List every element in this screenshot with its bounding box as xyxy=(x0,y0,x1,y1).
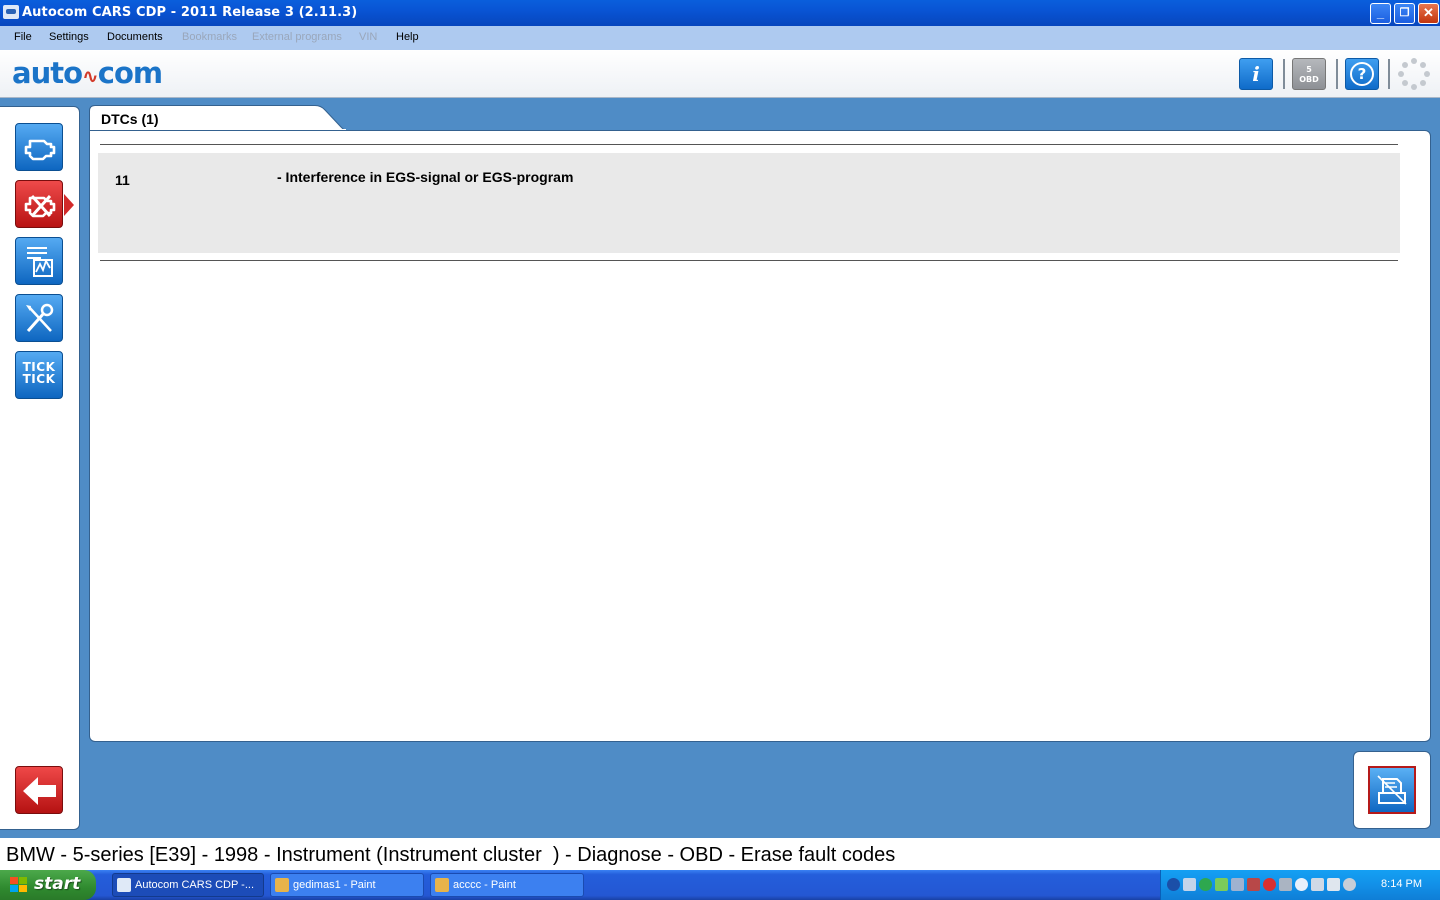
dtc-description: - Interference in EGS-signal or EGS-prog… xyxy=(277,169,574,185)
sidebar-item-engine[interactable] xyxy=(15,123,63,171)
menu-help[interactable]: Help xyxy=(396,31,419,43)
tray-antivirus-icon[interactable] xyxy=(1263,878,1276,891)
toolbar-separator xyxy=(1283,59,1285,89)
back-button[interactable] xyxy=(15,766,63,814)
app-icon xyxy=(3,5,19,19)
left-sidebar: TICK TICK xyxy=(0,106,80,830)
tick-tick-icon: TICK TICK xyxy=(22,360,56,386)
breadcrumb-bar: BMW - 5-series [E39] - 1998 - Instrument… xyxy=(0,838,1440,870)
menu-bookmarks[interactable]: Bookmarks xyxy=(182,31,237,43)
menu-documents[interactable]: Documents xyxy=(107,31,163,43)
app-header: auto∿com i 5 OBD ? xyxy=(0,50,1440,98)
start-label: start xyxy=(34,874,81,894)
taskbar-item-autocom[interactable]: Autocom CARS CDP -... xyxy=(112,873,264,897)
sidebar-item-fault-codes[interactable] xyxy=(15,180,74,228)
restore-button[interactable]: ❐ xyxy=(1394,3,1415,24)
window-title: Autocom CARS CDP - 2011 Release 3 (2.11.… xyxy=(22,5,358,20)
tab-dtcs[interactable]: DTCs (1) xyxy=(89,105,351,132)
start-button[interactable]: start xyxy=(0,870,96,900)
save-report-button[interactable] xyxy=(1368,766,1416,814)
tray-torrent-icon[interactable] xyxy=(1199,878,1212,891)
sidebar-item-tick-tick[interactable]: TICK TICK xyxy=(15,351,63,399)
help-icon: ? xyxy=(1350,62,1374,86)
taskbar: start Autocom CARS CDP -... gedimas1 - P… xyxy=(0,870,1440,900)
obd-icon-label: OBD xyxy=(1299,75,1319,84)
taskbar-item-paint-gedimas1[interactable]: gedimas1 - Paint xyxy=(270,873,424,897)
tray-bluetooth-icon[interactable] xyxy=(1295,878,1308,891)
engine-fault-icon xyxy=(24,194,56,218)
info-button[interactable]: i xyxy=(1239,58,1273,90)
paint-icon xyxy=(275,878,289,892)
windows-logo-icon xyxy=(10,877,28,893)
menu-vin[interactable]: VIN xyxy=(359,31,377,43)
save-button-frame xyxy=(1353,751,1431,829)
sidebar-item-live-data[interactable] xyxy=(15,237,63,285)
graph-icon xyxy=(27,247,53,277)
menu-bar: File Settings Documents Bookmarks Extern… xyxy=(0,26,1440,50)
tools-icon xyxy=(26,303,54,332)
app-icon xyxy=(117,878,131,892)
obd-button[interactable]: 5 OBD xyxy=(1292,58,1326,90)
title-bar: Autocom CARS CDP - 2011 Release 3 (2.11.… xyxy=(0,0,1440,26)
minimize-button[interactable]: _ xyxy=(1370,3,1391,24)
tray-signal-icon[interactable] xyxy=(1327,878,1340,891)
tray-network-icon[interactable] xyxy=(1183,878,1196,891)
help-button[interactable]: ? xyxy=(1345,58,1379,90)
menu-external-programs[interactable]: External programs xyxy=(252,31,342,43)
obd-icon-number: 5 xyxy=(1306,65,1312,74)
tab-label: DTCs (1) xyxy=(101,111,159,127)
dtc-row[interactable]: 11 - Interference in EGS-signal or EGS-p… xyxy=(98,153,1400,253)
menu-settings[interactable]: Settings xyxy=(49,31,89,43)
toolbar-separator xyxy=(1336,59,1338,89)
arrow-left-icon xyxy=(23,777,56,805)
paint-icon xyxy=(435,878,449,892)
tray-network-warning-icon[interactable] xyxy=(1247,878,1260,891)
autocom-logo: auto∿com xyxy=(12,56,163,90)
divider xyxy=(100,260,1398,261)
loading-spinner-icon xyxy=(1398,58,1430,90)
printer-disk-icon xyxy=(1377,775,1407,805)
taskbar-item-paint-acccc[interactable]: acccc - Paint xyxy=(430,873,584,897)
sidebar-item-tools[interactable] xyxy=(15,294,63,342)
menu-file[interactable]: File xyxy=(14,31,32,43)
dtc-code: 11 xyxy=(115,172,130,188)
tray-device-icon[interactable] xyxy=(1231,878,1244,891)
clock[interactable]: 8:14 PM xyxy=(1381,878,1422,890)
system-tray: 8:14 PM xyxy=(1160,870,1440,900)
toolbar-separator xyxy=(1388,59,1390,89)
tray-update-icon[interactable] xyxy=(1311,878,1324,891)
tray-expand-icon[interactable] xyxy=(1167,878,1180,891)
tray-monitor-icon[interactable] xyxy=(1279,878,1292,891)
breadcrumb: BMW - 5-series [E39] - 1998 - Instrument… xyxy=(6,844,896,866)
divider xyxy=(100,144,1398,145)
close-button[interactable]: ✕ xyxy=(1418,3,1439,24)
engine-icon xyxy=(24,139,56,161)
tray-volume-icon[interactable] xyxy=(1343,878,1356,891)
tray-chat-icon[interactable] xyxy=(1215,878,1228,891)
